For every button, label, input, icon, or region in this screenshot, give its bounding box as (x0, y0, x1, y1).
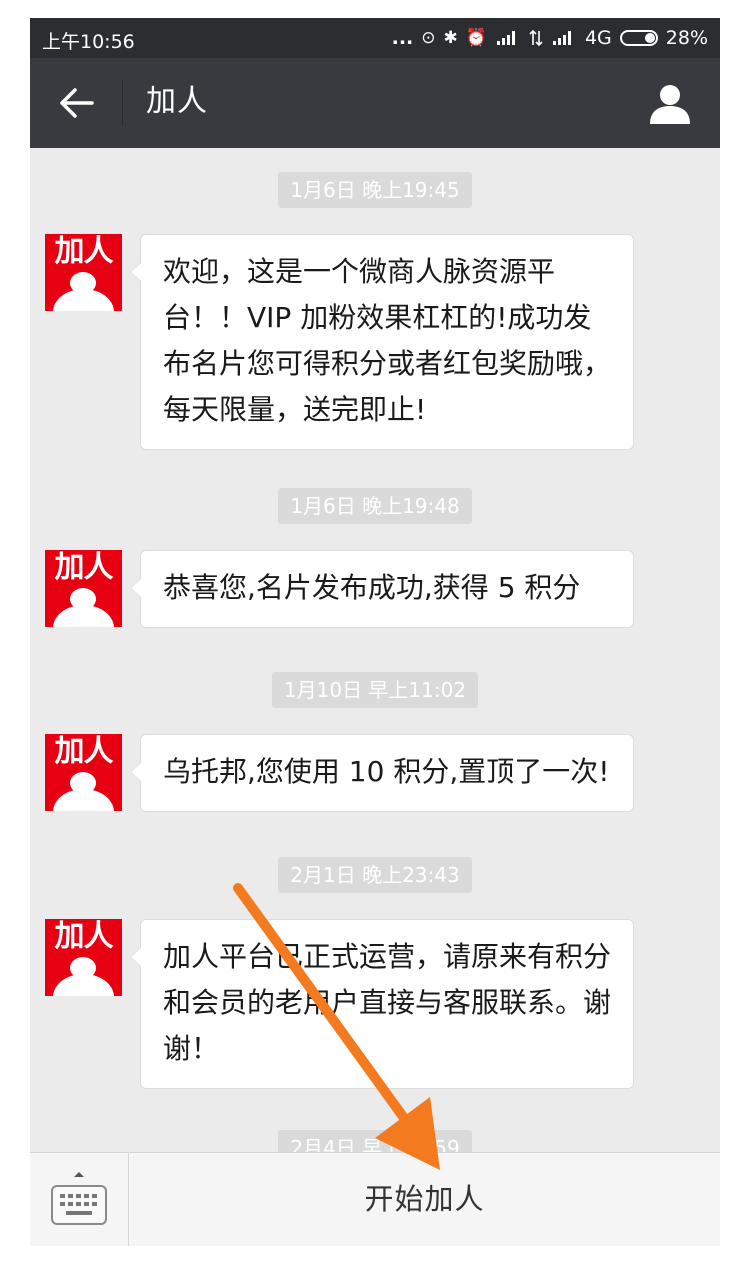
keyboard-toggle-button[interactable] (30, 1153, 128, 1246)
avatar-body (53, 605, 114, 627)
start-adding-button[interactable]: 开始加人 (129, 1153, 720, 1246)
avatar[interactable]: 加人 (45, 734, 122, 811)
status-time: 上午10:56 (42, 31, 135, 53)
timestamp: 1月6日 晚上19:48 (30, 488, 720, 524)
wifi-icon: ⊙ (421, 28, 436, 48)
timestamp-label: 1月6日 晚上19:45 (278, 172, 472, 208)
signal-icon (496, 31, 515, 45)
timestamp: 2月1日 晚上23:43 (30, 857, 720, 893)
timestamp-label: 2月1日 晚上23:43 (278, 857, 472, 893)
avatar-label: 加人 (54, 550, 114, 585)
timestamp-label: 2月4日 早上10:59 (278, 1130, 472, 1152)
message-bubble[interactable]: 欢迎，这是一个微商人脉资源平台！！VIP 加粉效果杠杠的!成功发布名片您可得积分… (130, 234, 634, 450)
signal-icon-2 (552, 31, 571, 45)
battery-icon (619, 30, 658, 46)
status-icons: ... ⊙ ✱ ⏰ 4G 28% (392, 27, 708, 49)
chat-area[interactable]: 1月6日 晚上19:45 加人 欢迎，这是一个微商人脉资源平台！！VIP 加粉效… (30, 148, 720, 1152)
timestamp: 1月6日 晚上19:45 (30, 172, 720, 208)
avatar-label: 加人 (54, 734, 114, 769)
bottom-bar: 开始加人 (30, 1152, 720, 1246)
alarm-icon: ⏰ (465, 28, 487, 48)
phone-screen: 上午10:56 ... ⊙ ✱ ⏰ 4G 28% 加人 1月6日 晚上19:45… (30, 18, 720, 1246)
status-bar: 上午10:56 ... ⊙ ✱ ⏰ 4G 28% (30, 18, 720, 58)
message-bubble[interactable]: 加人平台已正式运营，请原来有积分和会员的老用户直接与客服联系。谢谢！ (130, 919, 634, 1089)
battery-percent: 28% (665, 27, 708, 49)
nav-divider (122, 80, 123, 126)
page-title: 加人 (146, 84, 208, 119)
bluetooth-icon: ✱ (443, 28, 458, 48)
message-bubble[interactable]: 乌托邦,您使用 10 积分,置顶了一次! (130, 734, 634, 812)
back-arrow-icon (60, 88, 94, 118)
network-type: 4G (584, 27, 612, 49)
avatar[interactable]: 加人 (45, 550, 122, 627)
timestamp-label: 1月6日 晚上19:48 (278, 488, 472, 524)
avatar-body (53, 789, 114, 811)
avatar-label: 加人 (54, 919, 114, 954)
avatar-body (53, 289, 114, 311)
data-transfer-icon (529, 30, 543, 46)
back-button[interactable] (48, 80, 108, 126)
keyboard-icon (51, 1172, 107, 1225)
avatar-label: 加人 (54, 234, 114, 269)
profile-button[interactable] (648, 82, 692, 126)
message-bubble[interactable]: 恭喜您,名片发布成功,获得 5 积分 (130, 550, 634, 628)
avatar[interactable]: 加人 (45, 234, 122, 311)
timestamp-label: 1月10日 早上11:02 (271, 672, 479, 708)
nav-bar: 加人 (30, 58, 720, 148)
timestamp: 1月10日 早上11:02 (30, 672, 720, 708)
profile-icon (650, 85, 690, 124)
avatar-body (53, 974, 114, 996)
timestamp: 2月4日 早上10:59 (30, 1130, 720, 1152)
avatar[interactable]: 加人 (45, 919, 122, 996)
more-dots: ... (391, 27, 414, 49)
